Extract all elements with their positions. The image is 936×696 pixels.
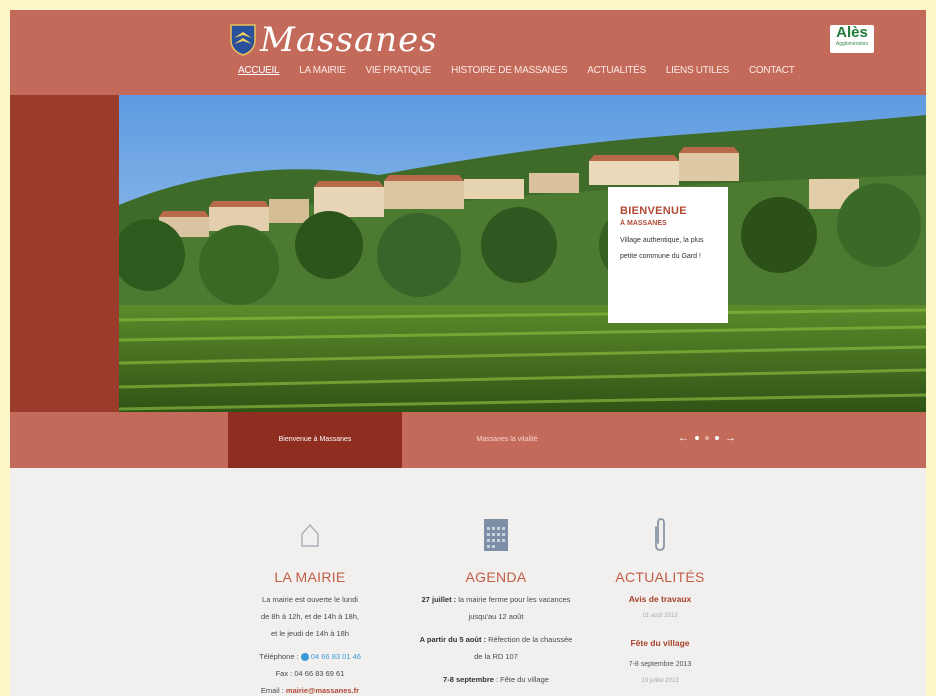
agenda-title: AGENDA [465,569,527,585]
news2-subtitle: 7-8 septembre 2013 [628,661,692,668]
mairie-hours-3: et le jeudi de 14h à 18h [271,629,349,638]
arrow-left-icon[interactable]: ← [678,432,689,444]
email-label: Email : [260,686,284,695]
skype-icon [300,653,309,662]
fax-number: Fax : 04 66 83 69 61 [275,669,345,678]
hero-image [119,95,926,412]
welcome-subtitle: À MASSANES [620,220,667,227]
email-link[interactable]: mairie@massanes.fr [286,686,359,695]
paperclip-icon [655,518,665,551]
village-landscape-image [119,95,926,412]
mairie-hours-2: de 8h à 12h, et de 14h à 18h, [260,612,359,621]
welcome-text: Village authentique, la plus petite comm… [620,237,704,260]
agenda-item2-text2: de la RD 107 [474,652,518,661]
site-title: Massanes [260,20,438,60]
mairie-title: LA MAIRIE [274,569,346,585]
phone-label: Téléphone : [259,652,299,661]
hero-side-panel [10,95,119,412]
partner-logo-sub: Agglomération [835,41,869,47]
house-icon [301,524,319,547]
calendar-icon [484,519,508,551]
agenda-item1-date: 27 juillet : [421,595,457,604]
actualites-column: ACTUALITÉS Avis de travaux 01 août 2013 … [600,515,720,690]
slide-tab-vitalite[interactable]: Massanes la vitalité [402,412,612,468]
arrow-right-icon[interactable]: → [725,432,736,444]
slider-bar: Bienvenue à Massanes Massanes la vitalit… [10,412,926,468]
nav-vie-pratique[interactable]: VIE PRATIQUE [365,65,431,76]
page-frame: Massanes ACCUEIL LA MAIRIE VIE PRATIQUE … [10,10,926,696]
nav-contact[interactable]: CONTACT [749,65,795,76]
actualites-title: ACTUALITÉS [615,569,705,585]
agenda-column: AGENDA 27 juillet : la mairie ferme pour… [396,515,596,688]
site-logo[interactable]: Massanes [230,20,438,60]
nav-histoire[interactable]: HISTOIRE DE MASSANES [451,65,567,76]
partner-logo-title: Alès [836,24,868,41]
agenda-item2-date: A partir du 5 août : [419,635,487,644]
partner-logo[interactable]: Alès Agglomération [830,25,874,53]
agenda-item1-text2: jusqu'au 12 août [468,612,524,621]
main-nav: ACCUEIL LA MAIRIE VIE PRATIQUE HISTOIRE … [238,65,815,76]
news2-date: 19 juillet 2013 [641,678,679,684]
slide-dot-1[interactable] [695,436,699,440]
mairie-column: LA MAIRIE La mairie est ouverte le lundi… [238,515,382,696]
nav-liens-utiles[interactable]: LIENS UTILES [666,65,729,76]
agenda-item3-text: : Fête du village [496,675,549,684]
phone-link[interactable]: 04 66 83 01 46 [311,652,361,661]
welcome-card: BIENVENUE À MASSANES Village authentique… [608,187,728,323]
coat-of-arms-icon [230,24,256,56]
agenda-item3-date: 7-8 septembre [443,675,494,684]
news1-title[interactable]: Avis de travaux [600,591,720,608]
nav-la-mairie[interactable]: LA MAIRIE [299,65,346,76]
slide-tab-bienvenue[interactable]: Bienvenue à Massanes [228,412,402,468]
slider-controls: ← → [678,432,736,444]
news2-title[interactable]: Fête du village [600,635,720,652]
agenda-item1-text: la mairie ferme pour les vacances [458,595,571,604]
nav-actualites[interactable]: ACTUALITÉS [587,65,646,76]
agenda-item2-text: Réfection de la chaussée [488,635,573,644]
news1-date: 01 août 2013 [642,613,678,619]
welcome-title: BIENVENUE [620,205,687,217]
slide-dot-3[interactable] [715,436,719,440]
mairie-hours-1: La mairie est ouverte le lundi [262,595,358,604]
nav-accueil[interactable]: ACCUEIL [238,65,280,76]
slide-dot-2[interactable] [705,436,709,440]
site-header: Massanes ACCUEIL LA MAIRIE VIE PRATIQUE … [10,10,926,95]
